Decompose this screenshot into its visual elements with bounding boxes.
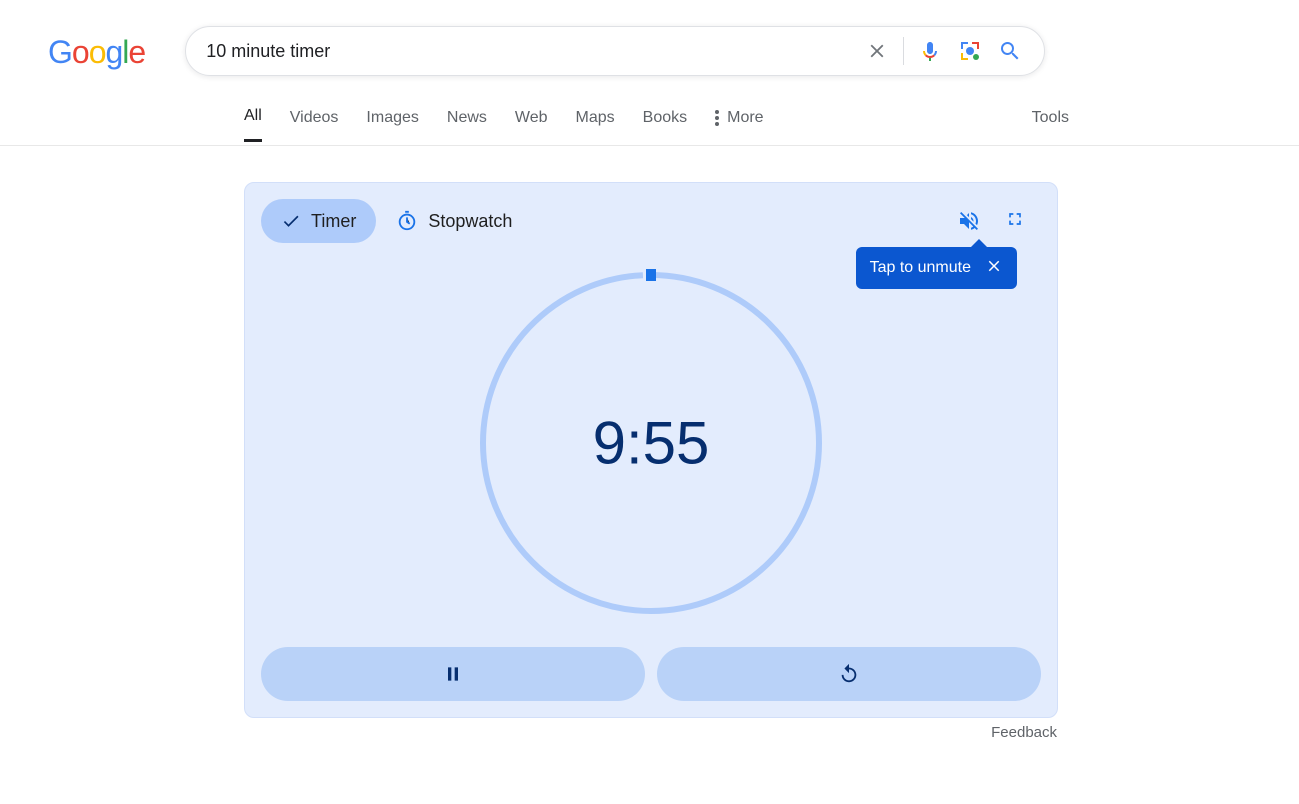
pause-button[interactable]: [261, 647, 645, 701]
time-display[interactable]: 9:55: [593, 409, 710, 478]
stopwatch-mode-tab[interactable]: Stopwatch: [376, 199, 532, 243]
mute-icon[interactable]: [957, 209, 981, 233]
reset-button[interactable]: [657, 647, 1041, 701]
feedback-link[interactable]: Feedback: [0, 724, 1057, 741]
progress-tick: [646, 269, 656, 281]
tab-web[interactable]: Web: [515, 109, 548, 141]
tab-books[interactable]: Books: [643, 109, 687, 141]
lens-search-icon[interactable]: [950, 31, 990, 71]
search-tabs: All Videos Images News Web Maps Books Mo…: [0, 76, 1299, 146]
stopwatch-icon: [396, 210, 418, 232]
search-icon[interactable]: [990, 31, 1030, 71]
check-icon: [281, 211, 301, 231]
clear-icon[interactable]: [857, 31, 897, 71]
fullscreen-icon[interactable]: [1005, 209, 1029, 233]
timer-controls: [261, 647, 1041, 701]
timer-mode-tab[interactable]: Timer: [261, 199, 376, 243]
timer-header: Timer Stopwatch Tap to unmute: [261, 199, 1041, 243]
tab-all[interactable]: All: [244, 107, 262, 142]
more-dots-icon: [715, 110, 719, 126]
timer-mode-label: Timer: [311, 211, 356, 232]
tab-news[interactable]: News: [447, 109, 487, 141]
tab-more[interactable]: More: [715, 109, 763, 141]
tab-maps[interactable]: Maps: [576, 109, 615, 141]
voice-search-icon[interactable]: [910, 31, 950, 71]
stopwatch-mode-label: Stopwatch: [428, 211, 512, 232]
reset-icon: [838, 663, 860, 685]
search-divider: [903, 37, 904, 65]
tab-videos[interactable]: Videos: [290, 109, 339, 141]
tab-more-label: More: [727, 109, 763, 127]
timer-body: 9:55: [261, 243, 1041, 643]
timer-circle[interactable]: 9:55: [479, 271, 823, 615]
tab-images[interactable]: Images: [366, 109, 418, 141]
timer-widget: Timer Stopwatch Tap to unmute: [244, 182, 1058, 718]
pause-icon: [443, 664, 463, 684]
search-input[interactable]: [206, 41, 857, 62]
google-logo[interactable]: Google: [48, 34, 145, 71]
search-bar: [185, 26, 1045, 76]
tools-button[interactable]: Tools: [1032, 109, 1069, 141]
